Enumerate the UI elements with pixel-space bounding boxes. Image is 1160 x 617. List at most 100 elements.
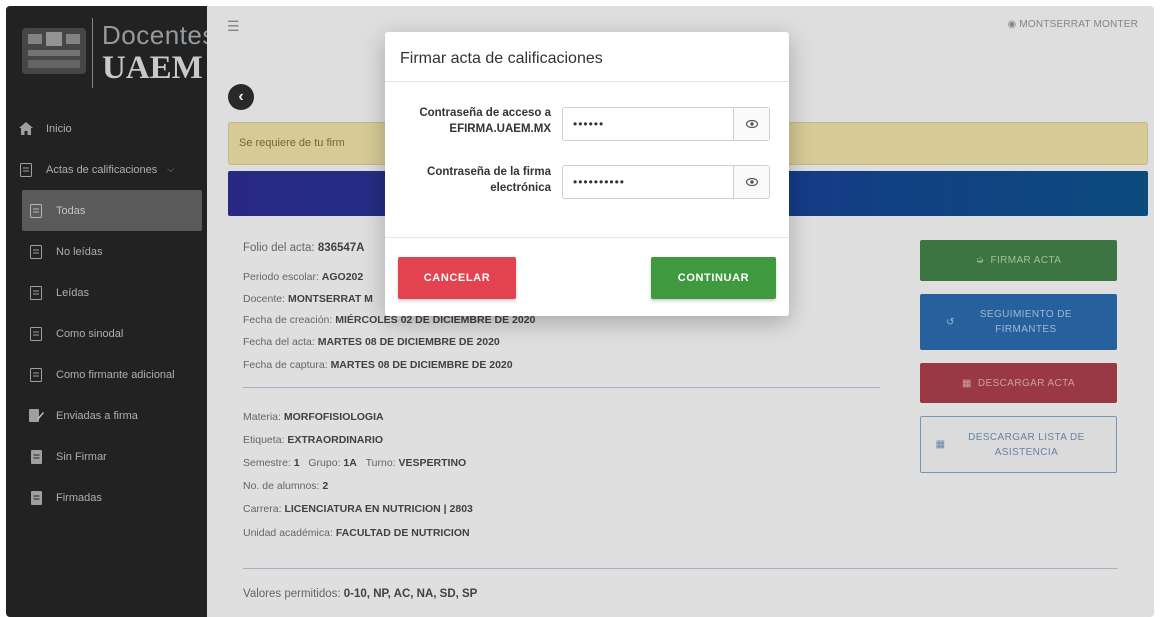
sidebar-item-label: Firmadas [56,491,102,504]
sidebar-item-todas[interactable]: Todas [22,190,202,231]
docente-label: Docente: [243,293,286,305]
etiqueta-row: Etiqueta: EXTRAORDINARIO [243,434,383,446]
sidebar-item-label: Actas de calificaciones [46,163,158,176]
periodo-label: Periodo escolar: [243,271,319,283]
home-icon [18,121,34,137]
file-download-icon: ▦ [962,377,972,389]
descargar-lista-label: DESCARGAR LISTA DE ASISTENCIA [968,431,1085,458]
show-password-button[interactable] [733,108,769,140]
document-icon [28,203,44,219]
valores-row: Valores permitidos: 0-10, NP, AC, NA, SD… [243,588,477,600]
brand-title: Docentes [102,20,216,50]
sidebar-item-label: Como firmante adicional [56,368,175,381]
menu-icon[interactable]: ☰ [227,18,240,35]
captura-row: Fecha de captura: MARTES 08 DE DICIEMBRE… [243,359,513,371]
semestre-value: 1 [293,457,300,469]
sidebar-item-firmadas[interactable]: Firmadas [6,477,207,518]
seguimiento-label: SEGUIMIENTO DE FIRMANTES [979,309,1072,335]
descargar-acta-button[interactable]: ▦ DESCARGAR ACTA [920,363,1117,403]
materia-value: MORFOFISIOLOGIA [283,411,384,423]
back-button[interactable]: ‹ [228,84,254,110]
descargar-acta-label: DESCARGAR ACTA [977,377,1075,389]
grupo-value: 1A [343,457,357,469]
alert-text: Se requiere de tu firm [239,137,345,149]
history-icon: ↺ [946,316,955,328]
chevron-down-icon: ⌵ [167,164,175,174]
modal-divider [385,237,789,238]
divider [243,387,880,388]
alumnos-value: 2 [322,480,329,492]
etiqueta-value: EXTRAORDINARIO [287,434,384,446]
document-icon [28,285,44,301]
sidebar-item-actas[interactable]: Actas de calificaciones ⌵ [6,149,207,190]
materia-row: Materia: MORFOFISIOLOGIA [243,411,384,423]
file-download-icon: ▦ [935,439,946,450]
user-menu[interactable]: ◉ MONTSERRAT MONTER [1007,19,1138,30]
document-icon [28,367,44,383]
user-icon: ◉ [1007,19,1017,30]
fecha-acta-label: Fecha del acta: [243,336,315,348]
unidad-label: Unidad académica: [243,527,333,539]
sidebar-item-no-leidas[interactable]: No leídas [6,231,207,272]
brand-subtitle: UAEM [102,50,203,86]
efirma-password-label: Contraseña de acceso a EFIRMA.UAEM.MX [419,105,551,137]
efirma-password-field [562,107,770,141]
alumnos-label: No. de alumnos: [243,480,320,492]
sidebar-item-enviadas-a-firma[interactable]: Enviadas a firma [6,395,207,436]
semestre-row: Semestre: 1 Grupo: 1A Turno: VESPERTINO [243,457,466,469]
seguimiento-firmantes-button[interactable]: ↺ SEGUIMIENTO DE FIRMANTES [920,294,1117,350]
brand: Docentes UAEM [6,6,215,96]
sidebar-item-como-sinodal[interactable]: Como sinodal [6,313,207,354]
firmar-acta-button[interactable]: ➭ FIRMAR ACTA [920,240,1117,281]
docente-value: MONTSERRAT M [287,293,373,305]
captura-value: MARTES 08 DE DICIEMBRE DE 2020 [330,359,513,371]
continue-button[interactable]: CONTINUAR [651,257,776,299]
label-line: Contraseña de la firma [427,166,551,178]
captura-label: Fecha de captura: [243,359,328,371]
periodo-value: AGO202 [321,271,364,283]
sidebar: Docentes UAEM Inicio Actas de calificaci… [6,6,215,617]
carrera-value: LICENCIATURA EN NUTRICION | 2803 [284,503,473,515]
label-line: EFIRMA.UAEM.MX [449,123,551,135]
show-password-button[interactable] [733,166,769,198]
turno-label: Turno: [365,457,396,469]
sidebar-item-label: Todas [56,204,86,217]
firma-password-label: Contraseña de la firma electrónica [427,164,551,196]
periodo-row: Periodo escolar: AGO202 [243,271,363,283]
modal-title: Firmar acta de calificaciones [385,32,789,82]
folio-value: 836547A [317,242,365,254]
valores-label: Valores permitidos: [243,588,341,600]
file-icon [28,490,44,506]
brand-divider [92,18,93,88]
docente-row: Docente: MONTSERRAT M [243,293,373,305]
turno-value: VESPERTINO [398,457,467,469]
sidebar-item-inicio[interactable]: Inicio [6,108,207,149]
sidebar-item-label: No leídas [56,245,103,258]
document-icon [18,162,34,178]
signature-icon [28,408,44,424]
signature-icon: ➭ [975,255,985,266]
firmar-acta-modal: Firmar acta de calificaciones Contraseña… [385,32,789,316]
chevron-left-icon: ‹ [238,88,244,105]
label-line: electrónica [490,182,551,194]
eye-icon [745,120,758,128]
sidebar-item-label: Como sinodal [56,327,124,340]
app-window: Docentes UAEM Inicio Actas de calificaci… [6,6,1154,617]
sidebar-item-label: Sin Firmar [56,450,107,463]
sidebar-item-como-firmante-adicional[interactable]: Como firmante adicional [6,354,207,395]
sidebar-item-sin-firmar[interactable]: Sin Firmar [6,436,207,477]
efirma-password-input[interactable] [563,108,733,140]
unidad-value: FACULTAD DE NUTRICION [335,527,470,539]
cancel-button[interactable]: CANCELAR [398,257,516,299]
fecha-acta-row: Fecha del acta: MARTES 08 DE DICIEMBRE D… [243,336,500,348]
firmar-acta-label: FIRMAR ACTA [990,255,1062,266]
descargar-lista-button[interactable]: ▦ DESCARGAR LISTA DE ASISTENCIA [920,416,1117,473]
firma-password-input[interactable] [563,166,733,198]
divider [243,568,1118,569]
carrera-row: Carrera: LICENCIATURA EN NUTRICION | 280… [243,503,473,515]
eye-icon [745,178,758,186]
semestre-label: Semestre: [243,457,291,469]
uaem-logo-icon [22,28,86,74]
document-icon [28,326,44,342]
sidebar-item-leidas[interactable]: Leídas [6,272,207,313]
